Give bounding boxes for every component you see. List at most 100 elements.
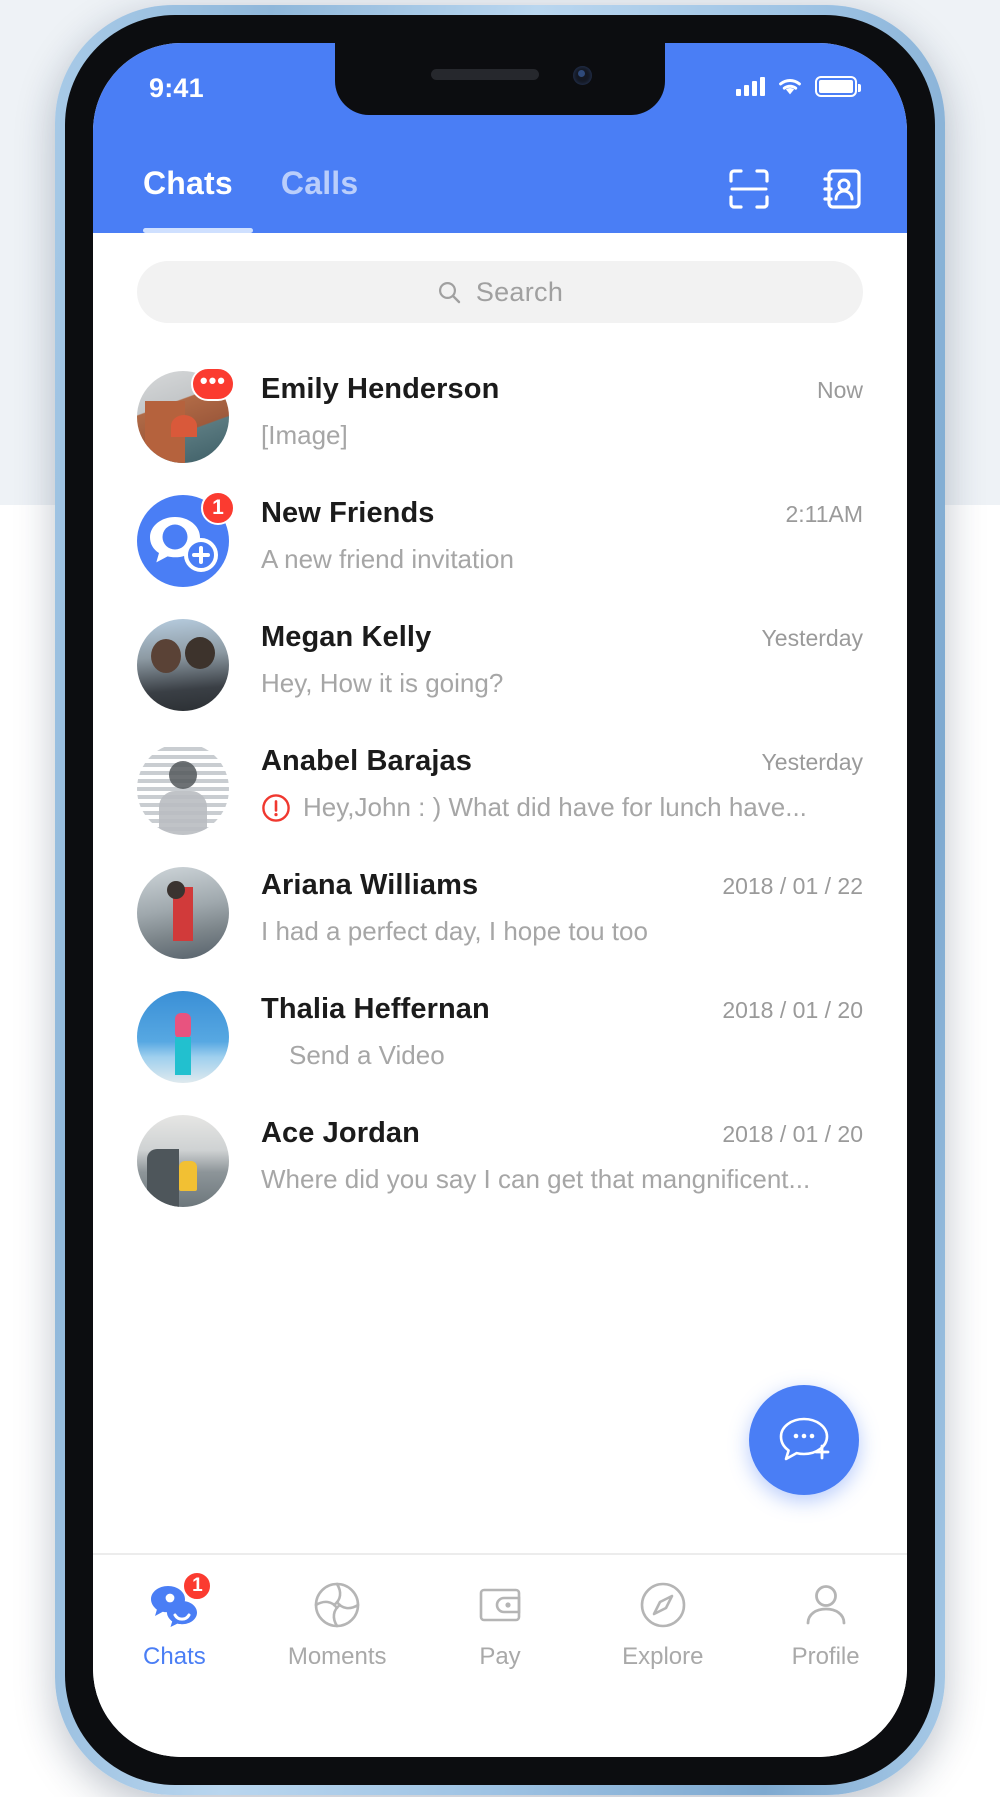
chat-name: New Friends <box>261 497 435 529</box>
tab-chats[interactable]: 1 Chats <box>93 1571 256 1671</box>
chat-list-item[interactable]: Anabel Barajas Yesterday Hey,John : ) Wh… <box>93 727 907 851</box>
chat-item-header: Ariana Williams 2018 / 01 / 22 <box>261 869 863 902</box>
explore-icon <box>640 1582 686 1628</box>
moments-icon <box>311 1579 363 1631</box>
scan-qr-icon[interactable] <box>727 167 771 211</box>
warning-icon <box>262 793 290 822</box>
chat-item-body: Anabel Barajas Yesterday Hey,John : ) Wh… <box>229 739 863 823</box>
header-actions <box>727 167 865 211</box>
chat-preview-row: Hey, How it is going? <box>261 668 863 699</box>
avatar <box>137 1115 229 1207</box>
chat-preview-text: [Image] <box>261 420 348 450</box>
unread-badge: 1 <box>201 491 235 525</box>
chats-screen: Search ••• Emily Henderson Now [Image] 1… <box>93 233 907 1553</box>
chats-icon: 1 <box>148 1571 213 1631</box>
header-tabs: Chats Calls <box>143 165 358 210</box>
avatar-container[interactable] <box>137 743 229 835</box>
chat-preview-text: A new friend invitation <box>261 544 514 574</box>
chat-item-header: Emily Henderson Now <box>261 373 863 406</box>
moments-icon <box>314 1582 360 1628</box>
search-icon <box>438 281 461 303</box>
chat-list-item[interactable]: Thalia Heffernan 2018 / 01 / 20 Send a V… <box>93 975 907 1099</box>
tab-explore[interactable]: Explore <box>581 1579 744 1671</box>
chat-name: Thalia Heffernan <box>261 993 490 1025</box>
device-notch <box>335 43 665 115</box>
bottom-tab-bar: 1 Chats Moments Pay Explore Profile <box>93 1553 907 1757</box>
chat-name: Ariana Williams <box>261 869 479 901</box>
tab-label: Moments <box>287 1643 387 1670</box>
avatar <box>137 867 229 959</box>
status-indicators <box>736 75 861 97</box>
tab-label: Pay <box>479 1643 521 1670</box>
chat-item-body: Ariana Williams 2018 / 01 / 22 I had a p… <box>229 863 863 947</box>
unread-badge: ••• <box>190 367 235 401</box>
explore-icon <box>637 1579 689 1631</box>
chat-item-body: New Friends 2:11AM A new friend invitati… <box>229 491 863 575</box>
phone-screen: 9:41 Chats Calls Search ••• Emily Hender… <box>93 43 907 1757</box>
chat-item-header: Megan Kelly Yesterday <box>261 621 863 654</box>
chat-preview-text: Send a Video <box>289 1040 445 1070</box>
avatar-container[interactable]: 1 <box>137 491 235 587</box>
chat-timestamp: Yesterday <box>761 625 863 651</box>
chat-item-header: Ace Jordan 2018 / 01 / 20 <box>261 1117 863 1150</box>
chat-item-body: Thalia Heffernan 2018 / 01 / 20 Send a V… <box>229 987 863 1071</box>
chat-list-item[interactable]: 1 New Friends 2:11AM A new friend invita… <box>93 479 907 603</box>
chat-name: Ace Jordan <box>261 1117 420 1149</box>
chat-list: ••• Emily Henderson Now [Image] 1 New Fr… <box>93 333 907 1223</box>
chat-timestamp: 2:11AM <box>785 501 863 527</box>
chat-preview-text: Where did you say I can get that mangnif… <box>261 1164 811 1194</box>
chat-timestamp: 2018 / 01 / 20 <box>722 1121 863 1147</box>
chat-preview-text: Hey,John : ) What did have for lunch hav… <box>303 792 807 822</box>
contacts-icon[interactable] <box>821 167 865 211</box>
avatar <box>137 619 229 711</box>
chat-name: Anabel Barajas <box>261 745 472 777</box>
phone-bezel: 9:41 Chats Calls Search ••• Emily Hender… <box>65 15 935 1785</box>
chat-preview-row: [Image] <box>261 420 863 451</box>
avatar-container[interactable]: ••• <box>137 367 235 463</box>
tab-label: Profile <box>791 1643 860 1670</box>
chat-list-item[interactable]: Megan Kelly Yesterday Hey, How it is goi… <box>93 603 907 727</box>
phone-frame: 9:41 Chats Calls Search ••• Emily Hender… <box>55 5 945 1795</box>
profile-icon <box>800 1579 852 1631</box>
chat-item-header: Anabel Barajas Yesterday <box>261 745 863 778</box>
search-placeholder: Search <box>475 276 564 307</box>
screenshot-root: 9:41 Chats Calls Search ••• Emily Hender… <box>0 0 1000 1797</box>
chat-list-item[interactable]: Ariana Williams 2018 / 01 / 22 I had a p… <box>93 851 907 975</box>
new-chat-fab[interactable] <box>749 1385 859 1495</box>
chat-item-body: Emily Henderson Now [Image] <box>229 367 863 451</box>
chat-name: Megan Kelly <box>261 621 432 653</box>
status-time: 9:41 <box>149 73 204 103</box>
avatar-container[interactable] <box>137 991 229 1083</box>
tab-calls[interactable]: Calls <box>281 165 358 210</box>
chat-timestamp: 2018 / 01 / 20 <box>722 997 863 1023</box>
chat-preview-row: A new friend invitation <box>261 544 863 575</box>
chat-item-header: Thalia Heffernan 2018 / 01 / 20 <box>261 993 863 1026</box>
app-header: Chats Calls <box>93 151 907 233</box>
chat-timestamp: 2018 / 01 / 22 <box>722 873 863 899</box>
pay-icon <box>474 1579 526 1631</box>
tab-chats[interactable]: Chats <box>143 165 233 210</box>
search-input[interactable]: Search <box>137 261 863 323</box>
chat-list-item[interactable]: ••• Emily Henderson Now [Image] <box>93 355 907 479</box>
avatar <box>137 991 229 1083</box>
tab-profile[interactable]: Profile <box>744 1579 907 1671</box>
avatar-container[interactable] <box>137 1115 229 1207</box>
wifi-icon <box>779 79 801 95</box>
chat-timestamp: Now <box>816 377 863 403</box>
tab-label: Explore <box>622 1643 704 1670</box>
chat-preview-row: Send a Video <box>261 1040 863 1071</box>
search-bar-container: Search <box>93 233 907 333</box>
battery-icon <box>815 75 861 97</box>
chat-timestamp: Yesterday <box>761 749 863 775</box>
avatar-container[interactable] <box>137 867 229 959</box>
tab-moments[interactable]: Moments <box>256 1579 419 1671</box>
chat-preview-row: Where did you say I can get that mangnif… <box>261 1164 863 1195</box>
tab-pay[interactable]: Pay <box>419 1579 582 1671</box>
pay-icon <box>479 1588 521 1622</box>
avatar-container[interactable] <box>137 619 229 711</box>
chat-preview-text: Hey, How it is going? <box>261 668 504 698</box>
avatar <box>137 743 229 835</box>
chat-list-item[interactable]: Ace Jordan 2018 / 01 / 20 Where did you … <box>93 1099 907 1223</box>
tab-label: Chats <box>143 1643 206 1670</box>
chat-preview-text: I had a perfect day, I hope tou too <box>261 916 648 946</box>
